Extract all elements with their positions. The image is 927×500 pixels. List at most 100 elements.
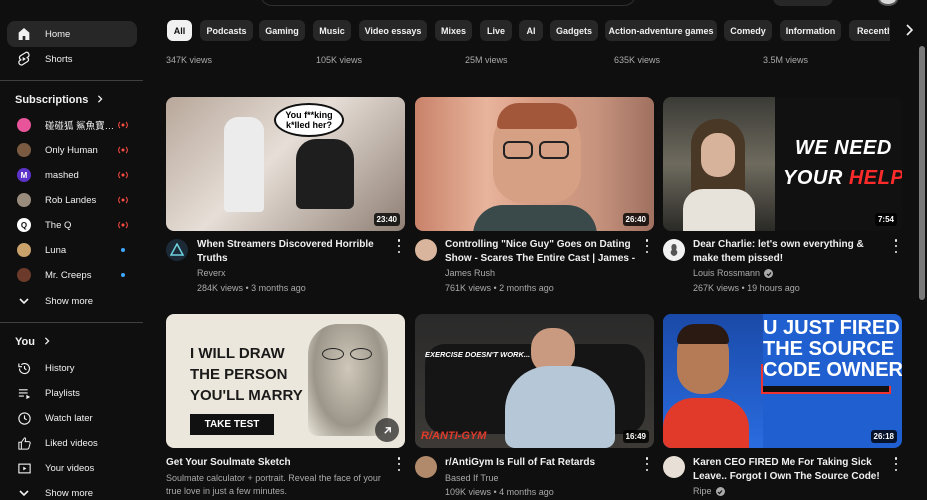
sidebar-item-home[interactable]: Home xyxy=(7,21,137,47)
subscription-item[interactable]: 碰碰狐 鯊魚寶寶 ... xyxy=(7,112,137,138)
chevron-down-icon xyxy=(15,292,33,310)
chip-live[interactable]: Live xyxy=(480,20,512,41)
search-bar[interactable] xyxy=(260,0,636,6)
video-title[interactable]: Controlling "Nice Guy" Goes on Dating Sh… xyxy=(445,238,640,266)
sidebar-item-history[interactable]: History xyxy=(7,355,137,381)
chip-all[interactable]: All xyxy=(167,20,192,41)
video-thumbnail[interactable]: EXERCISE DOESN'T WORK... R/ANTI-GYM 16:4… xyxy=(415,314,654,448)
subscriptions-heading[interactable]: Subscriptions xyxy=(15,94,104,106)
take-test-cta[interactable]: TAKE TEST xyxy=(190,414,274,435)
subscription-item[interactable]: Only Human xyxy=(7,137,137,163)
create-button[interactable] xyxy=(773,0,833,6)
video-thumbnail[interactable]: U JUST FIRED THE SOURCE CODE OWNER! 26:1… xyxy=(663,314,902,448)
previous-row-views: 3.5M views xyxy=(763,55,809,65)
channel-avatar[interactable] xyxy=(415,456,437,478)
subscription-item[interactable]: Rob Landes xyxy=(7,187,137,213)
chip-video-essays[interactable]: Video essays xyxy=(359,20,427,41)
subscription-label: The Q xyxy=(45,219,72,231)
you-heading[interactable]: You xyxy=(15,336,51,348)
chip-mixes[interactable]: Mixes xyxy=(435,20,472,41)
channel-avatar[interactable] xyxy=(663,239,685,261)
more-actions-icon[interactable] xyxy=(396,457,402,471)
more-actions-icon[interactable] xyxy=(396,239,402,253)
sidebar-item-playlists[interactable]: Playlists xyxy=(7,380,137,406)
chips-next-button[interactable] xyxy=(890,20,927,42)
more-actions-icon[interactable] xyxy=(644,239,650,253)
video-meta: 284K views • 3 months ago xyxy=(197,283,306,293)
chip-information[interactable]: Information xyxy=(780,20,841,41)
more-actions-icon[interactable] xyxy=(644,457,650,471)
show-more-subscriptions[interactable]: Show more xyxy=(7,288,137,314)
channel-name[interactable]: Reverx xyxy=(197,267,397,280)
subscription-item[interactable]: M mashed xyxy=(7,162,137,188)
channel-name[interactable]: James Rush xyxy=(445,267,645,280)
open-link-icon[interactable] xyxy=(375,418,399,442)
channel-name[interactable]: Louis Rossmann xyxy=(693,267,760,280)
subscription-label: 碰碰狐 鯊魚寶寶 ... xyxy=(45,121,115,132)
channel-avatar[interactable] xyxy=(415,239,437,261)
thumbnail-overlay-text: CODE OWNER! xyxy=(763,359,902,381)
video-duration: 16:49 xyxy=(622,430,649,443)
channel-name[interactable]: Based If True xyxy=(445,472,645,485)
account-avatar[interactable] xyxy=(878,0,898,6)
chip-gaming[interactable]: Gaming xyxy=(259,20,305,41)
chip-comedy[interactable]: Comedy xyxy=(724,20,772,41)
chip-podcasts[interactable]: Podcasts xyxy=(200,20,253,41)
video-title[interactable]: r/AntiGym Is Full of Fat Retards xyxy=(445,456,640,470)
sketch-glasses xyxy=(350,348,372,360)
avatar xyxy=(17,143,31,157)
verified-icon xyxy=(764,269,774,278)
history-icon xyxy=(15,359,33,377)
sidebar-item-shorts[interactable]: Shorts xyxy=(7,46,137,72)
your-videos-icon xyxy=(15,459,33,477)
playlists-icon xyxy=(15,384,33,402)
sidebar-item-liked-videos[interactable]: Liked videos xyxy=(7,430,137,456)
thumbnail-overlay-text: U JUST FIRED xyxy=(763,317,900,339)
chip-gadgets[interactable]: Gadgets xyxy=(550,20,598,41)
sidebar-item-label: Watch later xyxy=(45,412,93,424)
sidebar-item-watch-later[interactable]: Watch later xyxy=(7,405,137,431)
subscription-item[interactable]: Luna xyxy=(7,237,137,263)
sidebar-item-your-videos[interactable]: Your videos xyxy=(7,455,137,481)
sidebar-item-label: History xyxy=(45,362,75,374)
overlay-word: HELP! xyxy=(848,167,902,189)
you-label: You xyxy=(15,336,35,348)
video-title[interactable]: When Streamers Discovered Horrible Truth… xyxy=(197,238,392,266)
chip-action-adventure-games[interactable]: Action-adventure games xyxy=(605,20,717,41)
subscription-item[interactable]: Q The Q xyxy=(7,212,137,238)
channel-avatar[interactable] xyxy=(663,456,685,478)
channel-row: Ripe xyxy=(693,485,893,498)
thumbnail-text-panel: U JUST FIRED THE SOURCE CODE OWNER! xyxy=(763,316,902,386)
more-actions-icon[interactable] xyxy=(893,457,899,471)
video-thumbnail[interactable]: You f**king k*lled her? 23:40 xyxy=(166,97,405,231)
ad-thumbnail[interactable]: I WILL DRAW THE PERSON YOU'LL MARRY TAKE… xyxy=(166,314,405,448)
subscription-item[interactable]: Mr. Creeps xyxy=(7,262,137,288)
live-icon xyxy=(117,119,129,133)
more-actions-icon[interactable] xyxy=(893,239,899,253)
channel-avatar[interactable] xyxy=(166,239,188,261)
channel-avatar-slot xyxy=(15,116,33,134)
previous-row-views: 25M views xyxy=(465,55,508,65)
page-scrollbar[interactable] xyxy=(919,46,925,300)
video-duration: 23:40 xyxy=(373,213,400,226)
thumbnail-shirt xyxy=(473,205,597,231)
show-more-you[interactable]: Show more xyxy=(7,480,137,500)
video-title[interactable]: Karen CEO FIRED Me For Taking Sick Leave… xyxy=(693,456,888,484)
avatar: M xyxy=(17,168,31,182)
shorts-icon xyxy=(15,50,33,68)
sketch-glasses xyxy=(322,348,344,360)
chip-music[interactable]: Music xyxy=(313,20,351,41)
video-thumbnail[interactable]: 26:40 xyxy=(415,97,654,231)
video-title[interactable]: Dear Charlie: let's own everything & mak… xyxy=(693,238,888,266)
channel-name[interactable]: Ripe xyxy=(693,485,712,498)
thumbnail-glasses xyxy=(539,141,569,159)
subscription-label: Only Human xyxy=(45,144,98,156)
video-thumbnail[interactable]: WE NEED YOUR HELP! 7:54 xyxy=(663,97,902,231)
thumbnail-figure xyxy=(224,117,264,212)
subscription-label: Rob Landes xyxy=(45,194,97,206)
ad-title[interactable]: Get Your Soulmate Sketch xyxy=(166,456,386,470)
thumbnail-hair xyxy=(497,103,577,129)
chevron-right-icon xyxy=(904,23,914,39)
sidebar-item-label: Liked videos xyxy=(45,437,98,449)
chip-ai[interactable]: AI xyxy=(519,20,543,41)
